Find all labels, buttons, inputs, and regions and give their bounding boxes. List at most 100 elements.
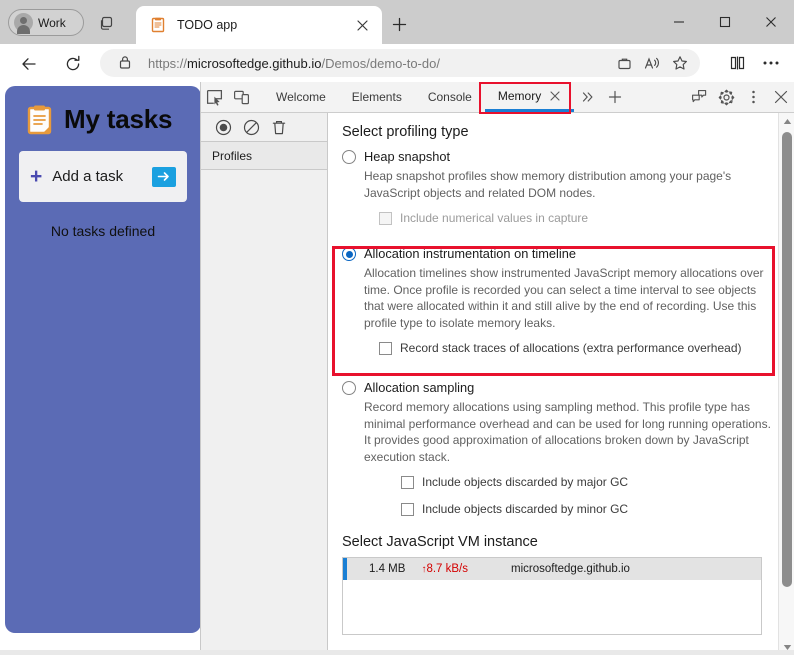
- browser-titlebar: Work TODO app: [0, 0, 794, 44]
- option-description: Heap snapshot profiles show memory distr…: [364, 169, 732, 200]
- devtools-toolbar: Welcome Elements Console Memory: [201, 82, 794, 113]
- gear-icon[interactable]: [713, 83, 740, 111]
- checkbox-include-major-gc[interactable]: Include objects discarded by major GC: [401, 475, 778, 489]
- browser-tab[interactable]: TODO app: [136, 6, 382, 44]
- feedback-icon[interactable]: [686, 83, 713, 111]
- url-scheme: https://: [148, 55, 188, 71]
- select-profiling-type-title: Select profiling type: [342, 124, 469, 140]
- tasks-header: My tasks: [27, 104, 200, 135]
- delete-icon[interactable]: [265, 114, 293, 140]
- vm-size: 1.4 MB: [369, 563, 406, 575]
- profiles-header[interactable]: Profiles: [201, 142, 327, 170]
- tab-label: Welcome: [276, 90, 326, 104]
- checkbox-box[interactable]: [379, 211, 392, 225]
- tab-welcome[interactable]: Welcome: [263, 82, 339, 112]
- add-task-input[interactable]: + Add a task: [19, 151, 187, 202]
- web-page-viewport: My tasks + Add a task No tasks defined: [0, 82, 200, 655]
- checkbox-label: Include numerical values in capture: [400, 211, 589, 225]
- browser-right-icons: [720, 49, 788, 77]
- option-heap-snapshot[interactable]: Heap snapshot Heap snapshot profiles sho…: [342, 148, 778, 225]
- window-controls: [656, 0, 794, 44]
- vm-rate: ↑8.7 kB/s: [421, 563, 468, 575]
- checkbox-label: Include objects discarded by major GC: [422, 475, 629, 489]
- select-vm-instance-title: Select JavaScript VM instance: [342, 534, 538, 550]
- read-aloud-icon[interactable]: [638, 50, 666, 76]
- radio-heap-snapshot[interactable]: [342, 150, 356, 164]
- record-icon[interactable]: [209, 114, 237, 140]
- option-allocation-instrumentation-head[interactable]: Allocation instrumentation on timeline: [342, 245, 778, 262]
- option-description: Allocation timelines show instrumented J…: [364, 266, 764, 330]
- url-text: https://microsoftedge.github.io/Demos/de…: [148, 56, 610, 71]
- option-allocation-instrumentation[interactable]: Allocation instrumentation on timeline A…: [342, 245, 778, 355]
- vm-host: microsoftedge.github.io: [511, 563, 630, 575]
- arrow-right-icon[interactable]: [152, 166, 176, 187]
- option-description: Record memory allocations using sampling…: [364, 400, 771, 464]
- checkbox-box[interactable]: [401, 502, 414, 516]
- vertical-scrollbar[interactable]: [778, 113, 794, 655]
- vm-instance-list[interactable]: 1.4 MB ↑8.7 kB/s microsoftedge.github.io: [342, 557, 762, 635]
- option-heap-snapshot-head[interactable]: Heap snapshot: [342, 148, 778, 165]
- maximize-icon[interactable]: [702, 0, 748, 44]
- checkbox-record-stack-traces[interactable]: Record stack traces of allocations (extr…: [379, 341, 778, 355]
- browser-window: Work TODO app https://microsoftedge.gith…: [0, 0, 794, 655]
- radio-allocation-sampling[interactable]: [342, 381, 356, 395]
- settings-more-icon[interactable]: [754, 49, 788, 77]
- chevron-double-right-icon[interactable]: [574, 83, 601, 111]
- checkbox-box[interactable]: [401, 475, 414, 489]
- tab-search-icon[interactable]: [94, 11, 118, 35]
- scroll-up-icon[interactable]: [779, 113, 794, 129]
- option-allocation-sampling[interactable]: Allocation sampling Record memory alloca…: [342, 379, 778, 516]
- option-label: Allocation sampling: [364, 380, 475, 395]
- favorite-star-icon[interactable]: [666, 50, 694, 76]
- arrow-left-icon[interactable]: [16, 51, 42, 77]
- inspect-element-icon[interactable]: [201, 83, 228, 111]
- address-bar[interactable]: https://microsoftedge.github.io/Demos/de…: [100, 49, 700, 77]
- checkbox-include-numerical-values[interactable]: Include numerical values in capture: [379, 211, 778, 225]
- checkbox-label: Record stack traces of allocations (extr…: [400, 341, 742, 355]
- radio-allocation-instrumentation[interactable]: [342, 247, 356, 261]
- collections-icon[interactable]: [610, 50, 638, 76]
- close-icon[interactable]: [748, 0, 794, 44]
- new-tab-button[interactable]: [386, 11, 412, 37]
- split-screen-icon[interactable]: [720, 49, 754, 77]
- address-bar-row: https://microsoftedge.github.io/Demos/de…: [0, 44, 794, 82]
- plus-icon: +: [30, 165, 43, 188]
- checkbox-include-minor-gc[interactable]: Include objects discarded by minor GC: [401, 502, 778, 516]
- device-emulation-icon[interactable]: [228, 83, 255, 111]
- url-path: /Demos/demo-to-do/: [321, 55, 440, 71]
- profile-label: Work: [38, 15, 66, 30]
- clear-icon[interactable]: [237, 114, 265, 140]
- lock-icon[interactable]: [118, 55, 134, 71]
- close-devtools-icon[interactable]: [767, 83, 794, 111]
- scrollbar-thumb[interactable]: [782, 132, 792, 587]
- empty-state-message: No tasks defined: [50, 223, 156, 239]
- option-label: Allocation instrumentation on timeline: [364, 246, 576, 261]
- my-tasks-panel: My tasks + Add a task No tasks defined: [5, 86, 200, 633]
- reload-icon[interactable]: [60, 51, 86, 77]
- tab-memory[interactable]: Memory: [484, 82, 575, 112]
- tab-label: Elements: [351, 90, 402, 104]
- memory-profiling-pane: Select profiling type Heap snapshot Heap…: [329, 113, 794, 655]
- clipboard-icon: [27, 105, 53, 135]
- devtools-panel: Welcome Elements Console Memory Profiles…: [200, 82, 794, 655]
- add-task-label: Add a task: [52, 168, 124, 185]
- vm-rate-value: 8.7 kB/s: [426, 563, 468, 575]
- page-title: My tasks: [64, 104, 173, 134]
- checkbox-label: Include objects discarded by minor GC: [422, 502, 629, 516]
- checkbox-box[interactable]: [379, 341, 392, 355]
- window-bottom-strip: [0, 650, 794, 655]
- minimize-icon[interactable]: [656, 0, 702, 44]
- vm-instance-row[interactable]: 1.4 MB ↑8.7 kB/s microsoftedge.github.io: [343, 558, 761, 580]
- tab-elements[interactable]: Elements: [339, 82, 415, 112]
- recording-controls: [201, 113, 327, 142]
- avatar: [14, 13, 33, 34]
- profile-button[interactable]: Work: [8, 9, 84, 36]
- clipboard-favicon: [150, 17, 166, 33]
- omnibox-actions: [610, 50, 694, 76]
- add-tab-button[interactable]: [601, 83, 628, 111]
- close-icon[interactable]: [549, 90, 561, 102]
- close-icon[interactable]: [350, 13, 374, 37]
- more-vertical-icon[interactable]: [740, 83, 767, 111]
- tab-console[interactable]: Console: [415, 82, 485, 112]
- option-allocation-sampling-head[interactable]: Allocation sampling: [342, 379, 778, 396]
